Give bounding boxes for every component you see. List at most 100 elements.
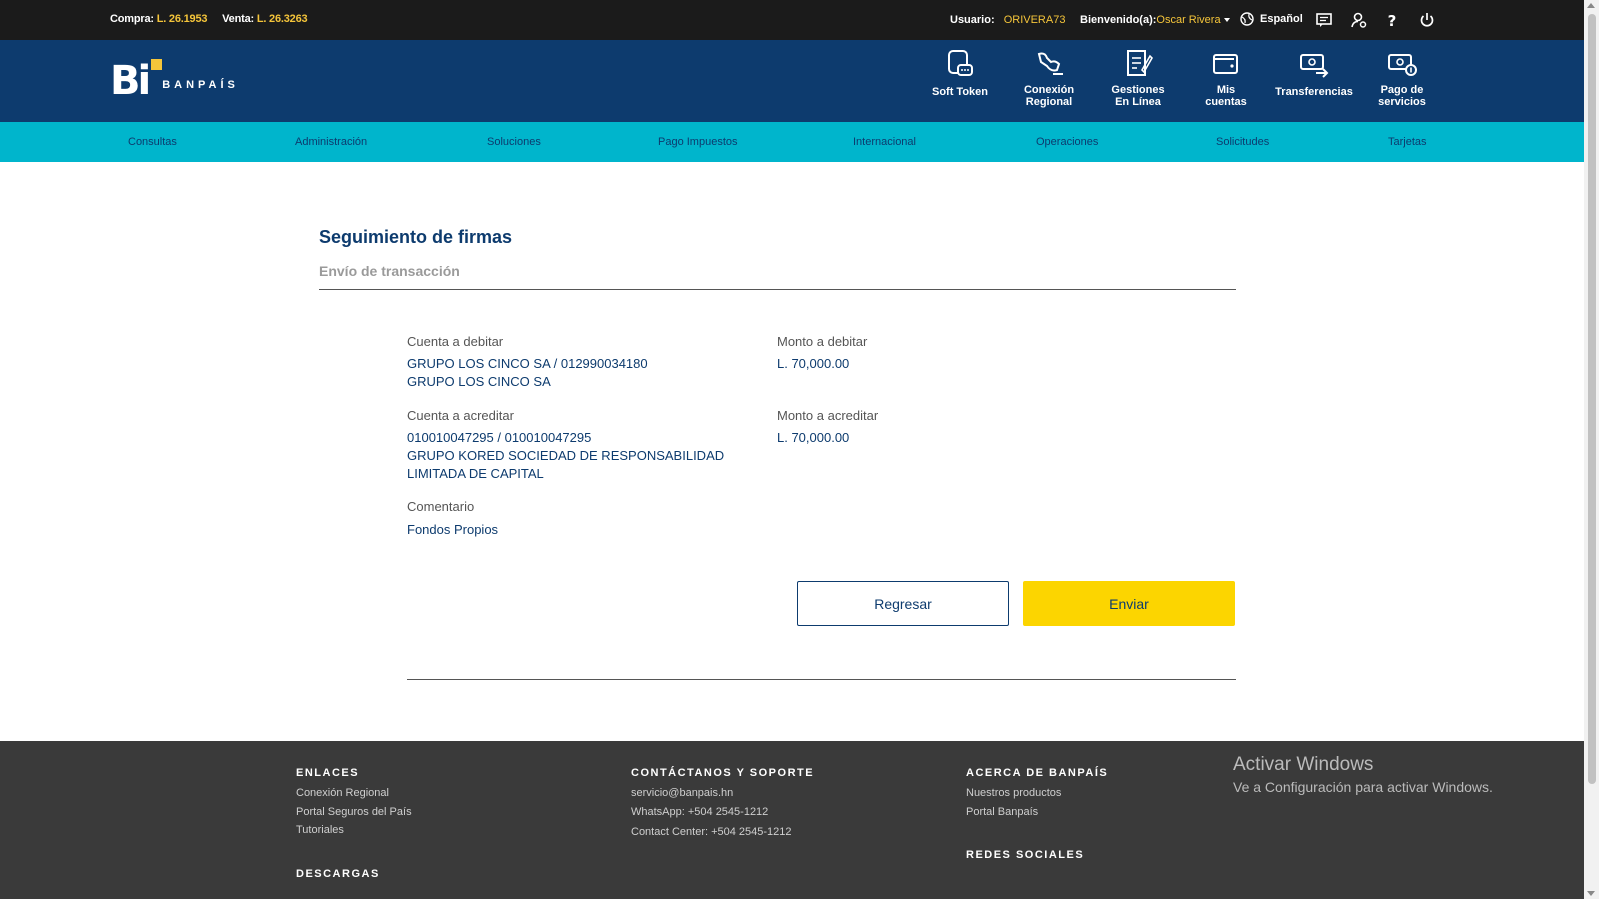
quick-link-online[interactable]: Gestiones En Línea	[1094, 48, 1182, 108]
sell-rate-value: L. 26.3263	[256, 13, 308, 25]
power-icon[interactable]	[1418, 11, 1436, 29]
banpais-logo[interactable]: Bi BANPAÍS	[110, 58, 239, 104]
quick-link-label: Pago de	[1380, 84, 1424, 96]
comment-label: Comentario	[407, 499, 475, 514]
logo-dot	[151, 59, 162, 70]
money-transfer-icon	[1300, 54, 1329, 78]
credit-account-label: Cuenta a acreditar	[407, 408, 514, 423]
sell-rate-label: Venta:	[222, 13, 254, 25]
quick-link-label-2: servicios	[1378, 96, 1426, 108]
footer-about-products[interactable]: Nuestros productos	[966, 787, 1061, 799]
footer-contact-center[interactable]: Contact Center: +504 2545-1212	[631, 826, 792, 838]
title-divider	[319, 289, 1236, 290]
quick-link-label: Mis	[1216, 84, 1236, 96]
page-title: Seguimiento de firmas	[319, 227, 513, 247]
nav-item-pago-impuestos[interactable]: Pago Impuestos	[658, 136, 738, 148]
quick-link-regional[interactable]: Conexión Regional	[1005, 48, 1093, 108]
nav-item-tarjetas[interactable]: Tarjetas	[1388, 136, 1427, 148]
page-subtitle: Envío de transacción	[319, 263, 460, 279]
online-document-icon	[1127, 50, 1153, 76]
wallet-icon	[1213, 54, 1238, 74]
messages-icon[interactable]	[1315, 11, 1333, 29]
service-payment-icon	[1388, 54, 1417, 76]
quick-link-label: Gestiones	[1111, 84, 1165, 96]
svg-text:?: ?	[1388, 12, 1397, 29]
buy-rate-value: L. 26.1953	[156, 13, 208, 25]
windows-watermark-title: Activar Windows	[1233, 754, 1374, 775]
quick-link-services[interactable]: Pago de servicios	[1358, 48, 1446, 108]
nav-item-administracion[interactable]: Administración	[295, 136, 367, 148]
globe-icon	[1240, 12, 1254, 26]
debit-account-label: Cuenta a debitar	[407, 334, 504, 349]
user-value: ORIVERA73	[1003, 14, 1066, 26]
nav-item-operaciones[interactable]: Operaciones	[1036, 136, 1098, 148]
debit-amount-label: Monto a debitar	[777, 334, 868, 349]
main-nav: Consultas Administración Soluciones Pago…	[0, 122, 1584, 162]
buy-rate: Compra: L. 26.1953	[110, 13, 207, 25]
quick-link-accounts[interactable]: Mis cuentas	[1182, 48, 1270, 108]
nav-item-soluciones[interactable]: Soluciones	[487, 136, 541, 148]
top-bar: Compra: L. 26.1953 Venta: L. 26.3263 Usu…	[0, 0, 1584, 40]
footer-links-heading: ENLACES	[296, 767, 360, 779]
quick-link-label: Conexión	[1023, 84, 1075, 96]
credit-account-value: 010010047295 / 010010047295 GRUPO KORED …	[407, 429, 724, 483]
footer-social-heading: REDES SOCIALES	[966, 849, 1085, 861]
logo-letters: Bi	[110, 58, 151, 104]
back-button[interactable]: Regresar	[797, 581, 1009, 626]
footer-about-heading: ACERCA DE BANPAÍS	[966, 767, 1109, 779]
regional-connection-icon	[1037, 52, 1063, 75]
exchange-rates: Compra: L. 26.1953 Venta: L. 26.3263	[110, 13, 319, 25]
nav-item-internacional[interactable]: Internacional	[853, 136, 916, 148]
scroll-up-arrow-icon[interactable]	[1587, 3, 1595, 8]
debit-amount-value: L. 70,000.00	[777, 356, 850, 371]
debit-account-value: GRUPO LOS CINCO SA / 012990034180 GRUPO …	[407, 355, 648, 391]
sell-rate: Venta: L. 26.3263	[222, 13, 307, 25]
logo-mark: Bi	[110, 58, 162, 104]
footer-downloads-heading: DESCARGAS	[296, 868, 380, 880]
help-icon[interactable]: ?	[1383, 11, 1401, 29]
content-divider	[407, 679, 1236, 680]
quick-link-soft-token[interactable]: Soft Token	[916, 48, 1004, 98]
debit-account-number: GRUPO LOS CINCO SA / 012990034180	[407, 356, 648, 371]
footer-contact-email[interactable]: servicio@banpais.hn	[631, 787, 733, 799]
footer-link-tutoriales[interactable]: Tutoriales	[296, 824, 344, 836]
send-button[interactable]: Enviar	[1023, 581, 1235, 626]
caret-down-icon	[1223, 18, 1230, 23]
footer-link-seguros[interactable]: Portal Seguros del País	[296, 806, 412, 818]
welcome-name: Oscar Rivera	[1156, 14, 1221, 26]
user-label: Usuario:	[950, 14, 995, 26]
nav-item-solicitudes[interactable]: Solicitudes	[1216, 136, 1269, 148]
footer-link-regional[interactable]: Conexión Regional	[296, 787, 389, 799]
scroll-down-arrow-icon[interactable]	[1587, 891, 1595, 896]
welcome-menu[interactable]: Bienvenido(a):Oscar Rivera	[1080, 14, 1230, 26]
credit-account-holder: GRUPO KORED SOCIEDAD DE RESPONSABILIDAD	[407, 448, 725, 463]
footer-contact-whatsapp[interactable]: WhatsApp: +504 2545-1212	[631, 806, 768, 818]
quick-link-label-2: En Línea	[1115, 96, 1161, 108]
header: Bi BANPAÍS Soft Token Conexión Regional …	[0, 40, 1584, 122]
scrollbar-thumb[interactable]	[1588, 14, 1596, 784]
quick-link-label: Transferencias	[1275, 86, 1353, 98]
quick-link-label: Soft Token	[931, 86, 988, 98]
quick-link-transfers[interactable]: Transferencias	[1270, 48, 1358, 98]
quick-link-label-2: Regional	[1025, 96, 1073, 108]
nav-item-consultas[interactable]: Consultas	[128, 136, 177, 148]
credit-amount-label: Monto a acreditar	[777, 408, 879, 423]
user-settings-icon[interactable]	[1350, 11, 1368, 29]
logo-brand: BANPAÍS	[162, 79, 239, 91]
user-info: Usuario: ORIVERA73	[950, 14, 1065, 26]
soft-token-icon	[948, 50, 973, 76]
footer-contact-heading: CONTÁCTANOS Y SOPORTE	[631, 767, 815, 779]
quick-link-label-2: cuentas	[1205, 96, 1247, 108]
footer-about-portal[interactable]: Portal Banpaís	[966, 806, 1038, 818]
comment-value: Fondos Propios	[407, 522, 499, 537]
debit-account-holder: GRUPO LOS CINCO SA	[407, 374, 551, 389]
welcome-label: Bienvenido(a):	[1080, 14, 1157, 26]
language-label: Español	[1260, 13, 1303, 25]
footer: ENLACES Conexión Regional Portal Seguros…	[0, 741, 1584, 899]
buy-rate-label: Compra:	[110, 13, 154, 25]
language-selector[interactable]: Español	[1240, 12, 1303, 26]
credit-account-holder-2: LIMITADA DE CAPITAL	[407, 466, 544, 481]
credit-amount-value: L. 70,000.00	[777, 430, 850, 445]
windows-watermark-subtitle: Ve a Configuración para activar Windows.	[1233, 779, 1493, 795]
page-scrollbar[interactable]	[1584, 0, 1599, 899]
